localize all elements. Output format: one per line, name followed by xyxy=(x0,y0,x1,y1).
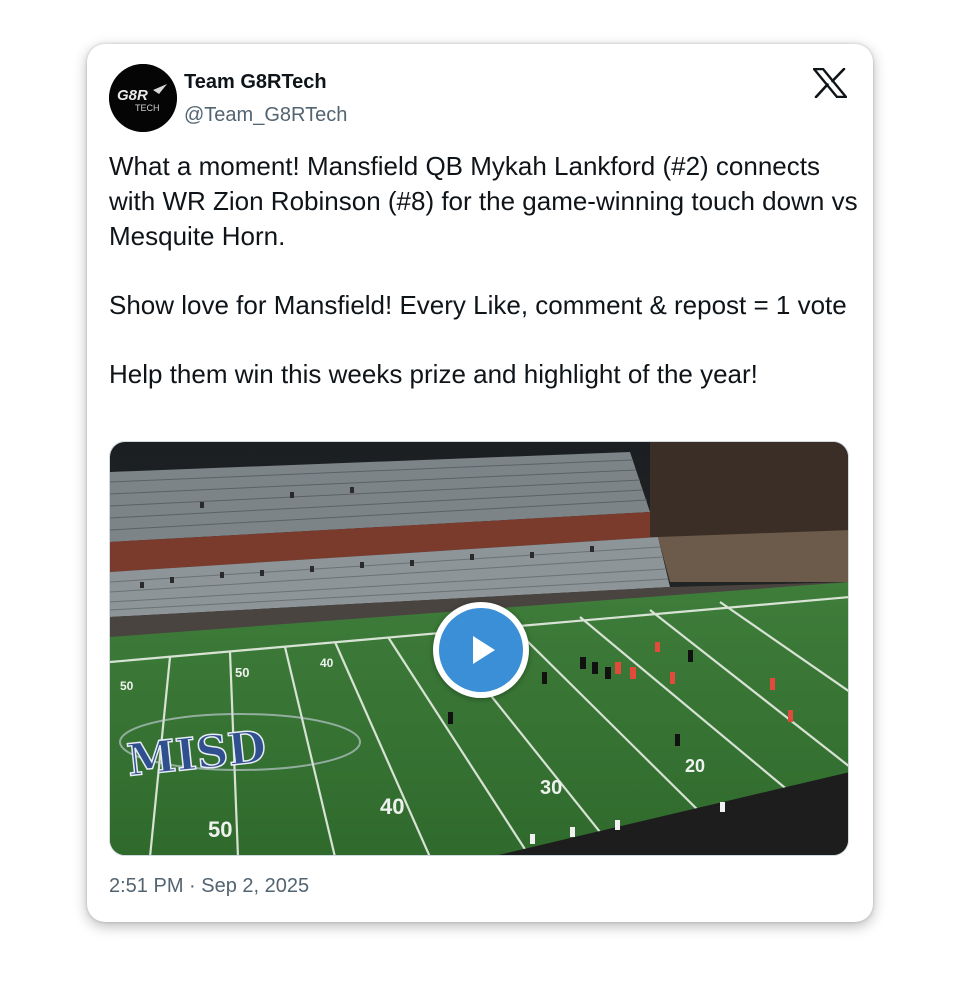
play-icon xyxy=(439,608,523,692)
svg-text:50: 50 xyxy=(120,679,134,693)
svg-text:50: 50 xyxy=(208,817,232,842)
tweet-paragraph: Show love for Mansfield! Every Like, com… xyxy=(109,290,847,320)
author-avatar[interactable]: G8R TECH xyxy=(109,64,177,132)
avatar-logo: G8R TECH xyxy=(109,64,177,132)
tweet-card: G8R TECH Team G8RTech @Team_G8RTech What… xyxy=(87,44,873,922)
tweet-timestamp[interactable]: 2:51 PM · Sep 2, 2025 xyxy=(109,875,309,898)
video-player[interactable]: MISD 50 40 30 20 50 40 50 xyxy=(109,441,849,856)
svg-text:TECH: TECH xyxy=(135,103,160,113)
svg-text:40: 40 xyxy=(320,656,334,670)
tweet-paragraph: Help them win this weeks prize and highl… xyxy=(109,359,758,389)
play-button[interactable] xyxy=(433,602,529,698)
svg-text:30: 30 xyxy=(540,777,562,799)
x-logo-icon[interactable] xyxy=(812,67,848,99)
author-info: Team G8RTech @Team_G8RTech xyxy=(184,70,347,127)
tweet-paragraph: What a moment! Mansfield QB Mykah Lankfo… xyxy=(109,151,858,251)
svg-text:20: 20 xyxy=(685,756,705,776)
tweet-text: What a moment! Mansfield QB Mykah Lankfo… xyxy=(109,149,859,392)
svg-text:G8R: G8R xyxy=(117,87,148,104)
svg-text:50: 50 xyxy=(235,665,249,680)
svg-text:40: 40 xyxy=(380,794,404,819)
author-display-name[interactable]: Team G8RTech xyxy=(184,70,347,94)
author-handle[interactable]: @Team_G8RTech xyxy=(184,103,347,127)
